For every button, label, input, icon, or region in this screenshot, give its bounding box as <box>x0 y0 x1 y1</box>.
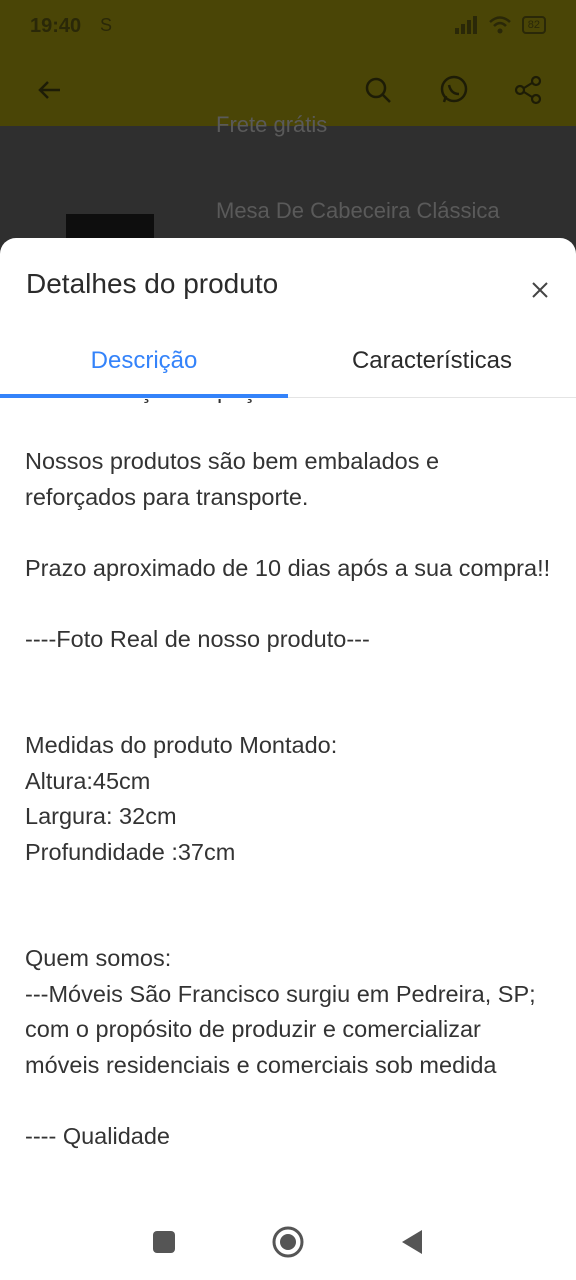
product-title: Mesa De Cabeceira Clássica <box>216 198 500 223</box>
background-app-header: 19:40 S 82 <box>0 0 576 126</box>
description-text: movimentação da peça. Nossos produtos sã… <box>25 399 551 1149</box>
status-time: 19:40 <box>30 15 82 37</box>
system-nav-bar <box>0 1204 576 1280</box>
recents-icon <box>153 1231 175 1253</box>
recents-button[interactable] <box>144 1222 184 1262</box>
share-icon[interactable] <box>510 72 546 108</box>
close-icon <box>532 282 548 298</box>
tab-caracteristicas[interactable]: Características <box>288 324 576 398</box>
app-bar <box>0 60 576 120</box>
active-tab-indicator <box>0 394 288 398</box>
back-icon <box>402 1230 422 1254</box>
shipping-label: Frete grátis <box>216 112 328 137</box>
close-button[interactable] <box>520 270 560 310</box>
tabs: Descrição Características <box>0 324 576 398</box>
product-details-sheet: Detalhes do produto Descrição Caracterís… <box>0 238 576 1280</box>
home-icon <box>272 1226 304 1258</box>
battery-icon: 82 <box>521 16 546 34</box>
notification-icons: S <box>100 15 119 35</box>
search-icon[interactable] <box>360 72 396 108</box>
whatsapp-icon[interactable] <box>436 72 472 108</box>
wifi-icon <box>488 16 511 34</box>
sheet-title: Detalhes do produto <box>26 268 279 299</box>
home-button[interactable] <box>268 1222 308 1262</box>
tab-descricao[interactable]: Descrição <box>0 324 288 398</box>
back-arrow-icon[interactable] <box>32 72 68 108</box>
description-scroll-area[interactable]: movimentação da peça. Nossos produtos sã… <box>0 399 576 1209</box>
status-bar: 19:40 S 82 <box>0 0 576 56</box>
signal-icon <box>454 16 477 34</box>
back-button[interactable] <box>392 1222 432 1262</box>
